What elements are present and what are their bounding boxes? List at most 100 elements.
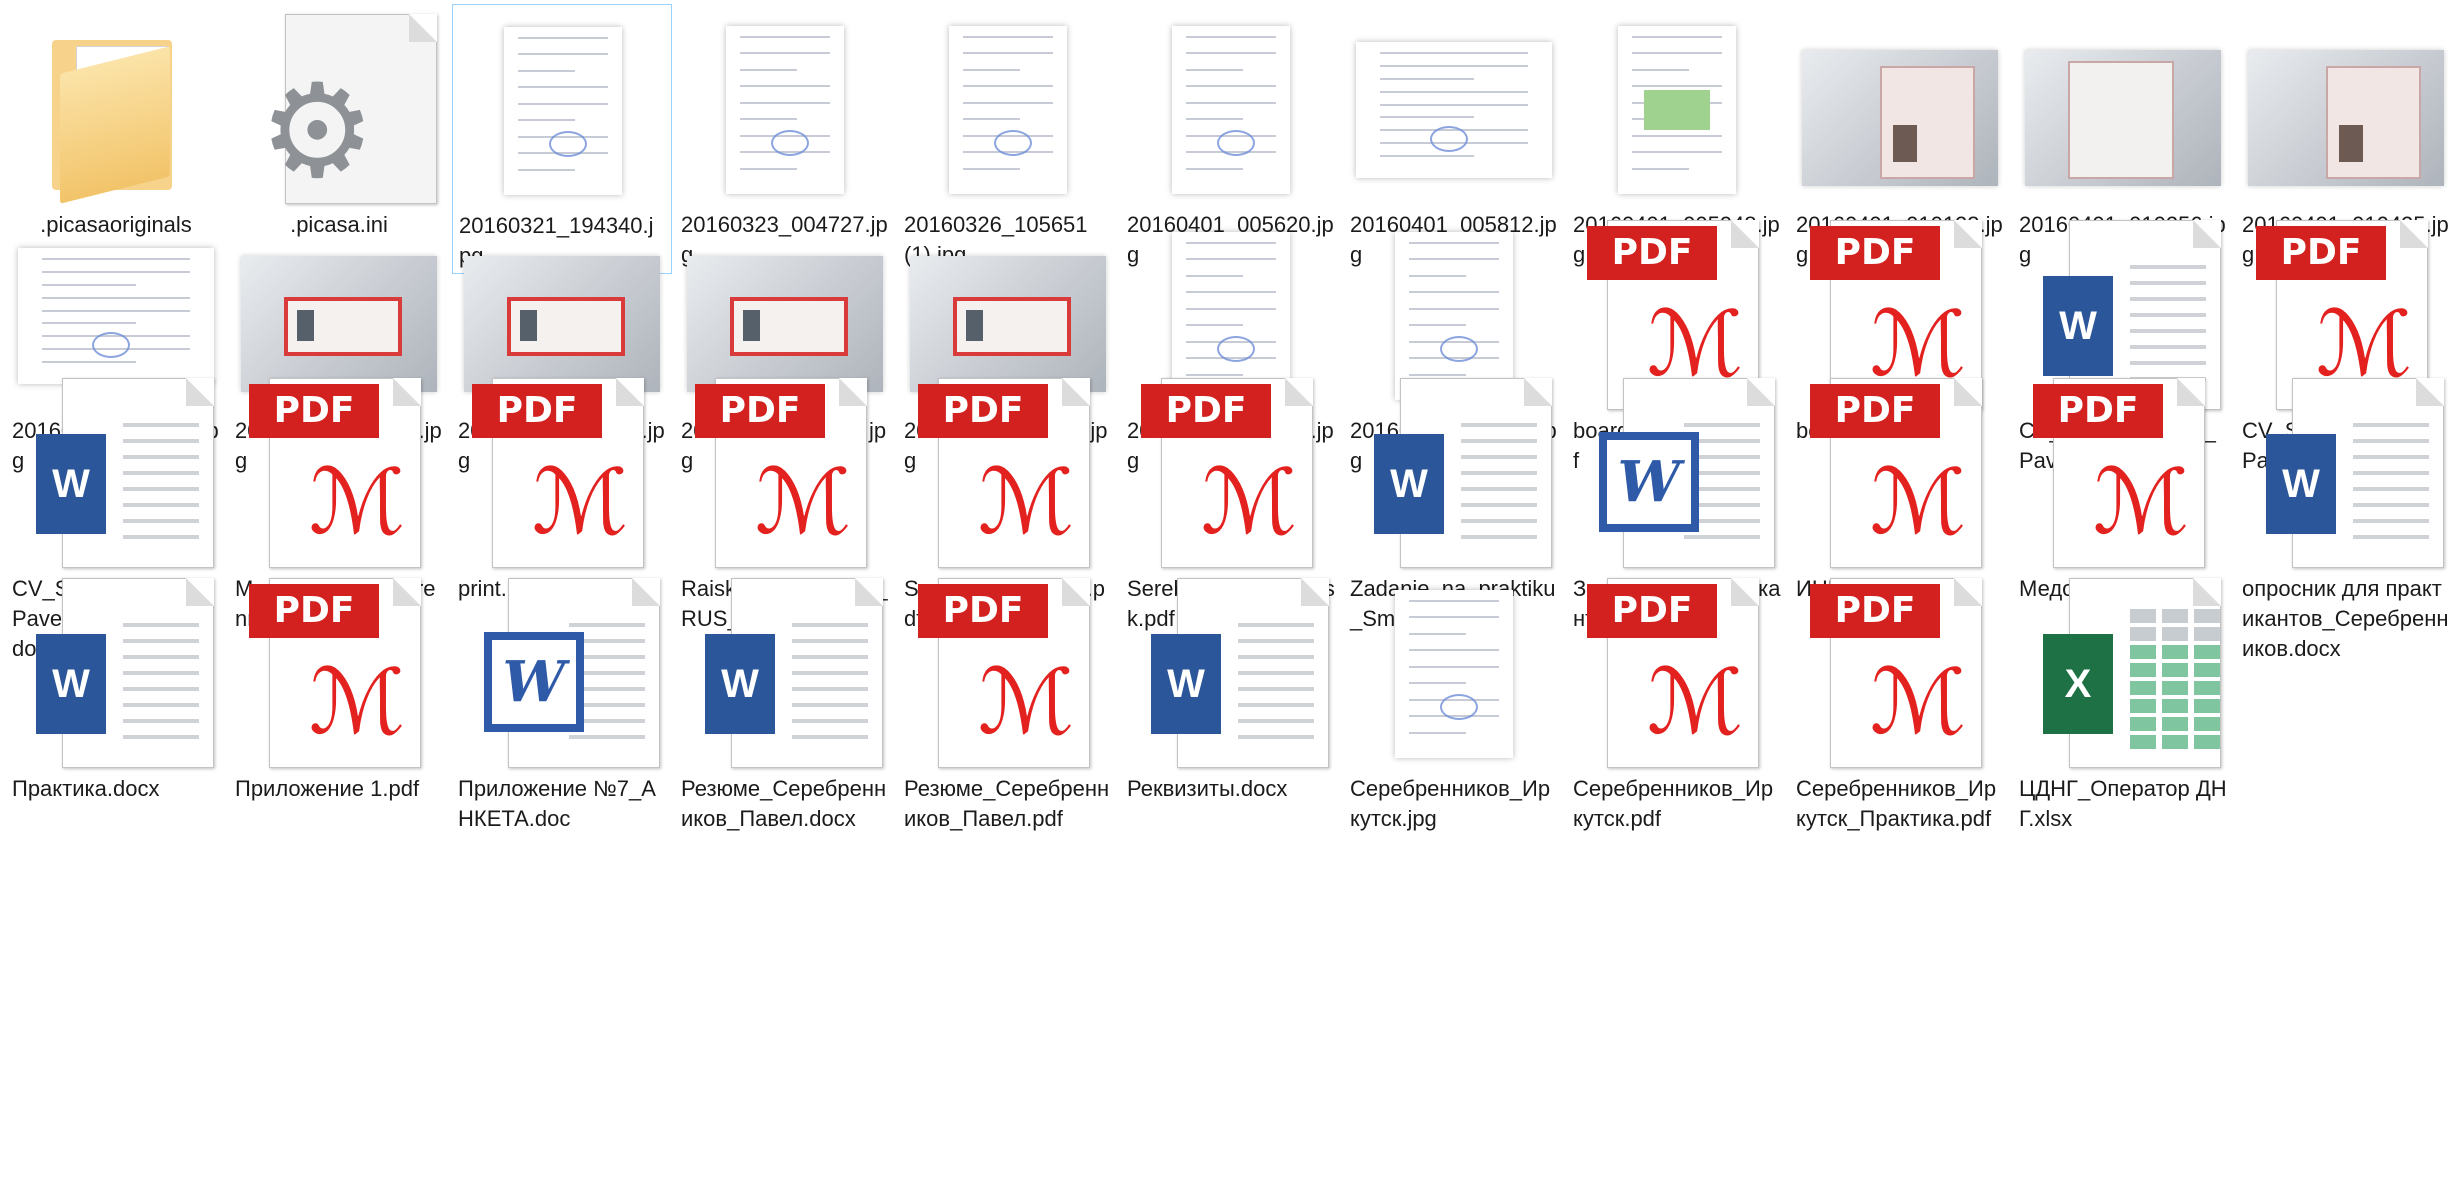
- file-name-label: опросник для практикантов_Серебренников.…: [2242, 576, 2449, 661]
- file-item[interactable]: PDF ℳ Серебренников_Иркутск.pdf: [1567, 568, 1787, 838]
- file-icon: W: [1577, 374, 1777, 574]
- file-icon: PDF ℳ: [462, 374, 662, 574]
- red-booklet: [730, 296, 848, 357]
- stamp-mark: [1439, 336, 1478, 363]
- page-fold: [632, 578, 660, 606]
- file-grid: .picasaoriginals ⚙ .picasa.ini 20160321_194…: [0, 0, 2461, 1189]
- page-fold: [2177, 378, 2205, 406]
- file-item[interactable]: PDF ℳ Резюме_Серебренников_Павел.pdf: [898, 568, 1118, 838]
- photo-thumbnail: [1802, 50, 1998, 186]
- file-icon: PDF ℳ: [1131, 374, 1331, 574]
- word-icon: W: [2246, 374, 2446, 574]
- stamp-mark: [770, 130, 809, 157]
- page-fold: [1285, 378, 1313, 406]
- pdf-icon: PDF ℳ: [1800, 574, 2000, 774]
- stamp-mark: [548, 131, 587, 158]
- file-item[interactable]: W Приложение №7_АНКЕТА.doc: [452, 568, 672, 838]
- pdf-icon: PDF ℳ: [685, 374, 885, 574]
- acrobat-icon: ℳ: [978, 450, 1075, 555]
- stamp-mark: [1430, 126, 1469, 153]
- file-item[interactable]: PDF ℳ Приложение 1.pdf: [229, 568, 449, 838]
- file-name-label: Серебренников_Иркутск.jpg: [1350, 776, 1551, 831]
- pdf-icon: PDF ℳ: [462, 374, 662, 574]
- pdf-badge: PDF: [472, 384, 602, 438]
- file-icon: [463, 11, 663, 211]
- page-fold: [1062, 378, 1090, 406]
- document-thumbnail: [1172, 26, 1290, 194]
- acrobat-icon: ℳ: [1201, 450, 1298, 555]
- file-icon: X: [2023, 574, 2223, 774]
- red-booklet: [507, 296, 625, 357]
- file-icon: PDF ℳ: [1577, 574, 1777, 774]
- pdf-badge: PDF: [1141, 384, 1271, 438]
- page-fold: [1954, 578, 1982, 606]
- pdf-icon: PDF ℳ: [239, 574, 439, 774]
- page-fold: [409, 14, 437, 42]
- page-fold: [616, 378, 644, 406]
- photo-thumbnail: [2025, 50, 2221, 186]
- booklet-photo: [519, 310, 538, 342]
- file-icon: [685, 10, 885, 210]
- word-logo: W: [2043, 276, 2113, 376]
- stamp-mark: [1216, 130, 1255, 157]
- pdf-icon: PDF ℳ: [239, 374, 439, 574]
- acrobat-icon: ℳ: [1870, 650, 1967, 755]
- pdf-badge: PDF: [918, 384, 1048, 438]
- file-item[interactable]: Wопросник для практикантов_Серебренников…: [2236, 368, 2456, 661]
- excel-logo: X: [2043, 634, 2113, 734]
- page-fold: [1747, 378, 1775, 406]
- acrobat-icon: ℳ: [532, 450, 629, 555]
- page-fold: [1731, 578, 1759, 606]
- file-icon: [908, 10, 1108, 210]
- file-item[interactable]: W Реквизиты.docx: [1121, 568, 1341, 838]
- page-fold: [2193, 220, 2221, 248]
- document-thumbnail: [504, 27, 622, 195]
- red-booklet: [284, 296, 402, 357]
- file-item[interactable]: W Резюме_Серебренников_Павел.docx: [675, 568, 895, 838]
- page-fold: [393, 578, 421, 606]
- booklet-photo: [296, 310, 315, 342]
- word-logo: W: [2266, 434, 2336, 534]
- file-icon: [1354, 10, 1554, 210]
- file-icon: [1800, 10, 2000, 210]
- excel-icon: X: [2023, 574, 2223, 774]
- acrobat-icon: ℳ: [1647, 650, 1744, 755]
- word-97-icon: W: [1577, 374, 1777, 574]
- passport-photo: [2339, 124, 2363, 162]
- stamp-mark: [92, 332, 131, 359]
- pdf-icon: PDF ℳ: [908, 574, 1108, 774]
- file-item[interactable]: Серебренников_Иркутск.jpg: [1344, 568, 1564, 838]
- word-icon: W: [1131, 574, 1331, 774]
- file-icon: [2023, 10, 2223, 210]
- booklet-photo: [742, 310, 761, 342]
- pdf-badge: PDF: [1810, 384, 1940, 438]
- pdf-icon: PDF ℳ: [1577, 574, 1777, 774]
- file-name-label: Серебренников_Иркутск.pdf: [1573, 776, 1774, 831]
- stamp-mark: [993, 130, 1032, 157]
- word-logo: W: [1599, 432, 1699, 532]
- file-icon: W: [1354, 374, 1554, 574]
- page-fold: [1731, 220, 1759, 248]
- file-item[interactable]: W Практика.docx: [6, 568, 226, 838]
- page-fold: [839, 378, 867, 406]
- folder-icon: [16, 10, 216, 210]
- word-icon: W: [685, 574, 885, 774]
- file-name-label: ЦДНГ_Оператор ДНГ.xlsx: [2019, 776, 2227, 831]
- page-fold: [855, 578, 883, 606]
- acrobat-icon: ℳ: [978, 650, 1075, 755]
- file-icon: [1354, 574, 1554, 774]
- word-logo: W: [1374, 434, 1444, 534]
- pdf-badge: PDF: [1587, 584, 1717, 638]
- file-item[interactable]: PDF ℳ Серебренников_Иркутск_Практика.pdf: [1790, 568, 2010, 838]
- file-name-label: Серебренников_Иркутск_Практика.pdf: [1796, 776, 1997, 831]
- stamp-mark: [1216, 336, 1255, 363]
- word-logo: W: [36, 634, 106, 734]
- file-icon: PDF ℳ: [908, 374, 1108, 574]
- document-thumbnail: [1395, 590, 1513, 758]
- file-icon: W: [16, 574, 216, 774]
- pdf-badge: PDF: [249, 584, 379, 638]
- word-icon: W: [1354, 374, 1554, 574]
- file-icon: PDF ℳ: [2023, 374, 2223, 574]
- file-item[interactable]: X ЦДНГ_Оператор ДНГ.xlsx: [2013, 568, 2233, 838]
- passport-page: [2068, 60, 2175, 180]
